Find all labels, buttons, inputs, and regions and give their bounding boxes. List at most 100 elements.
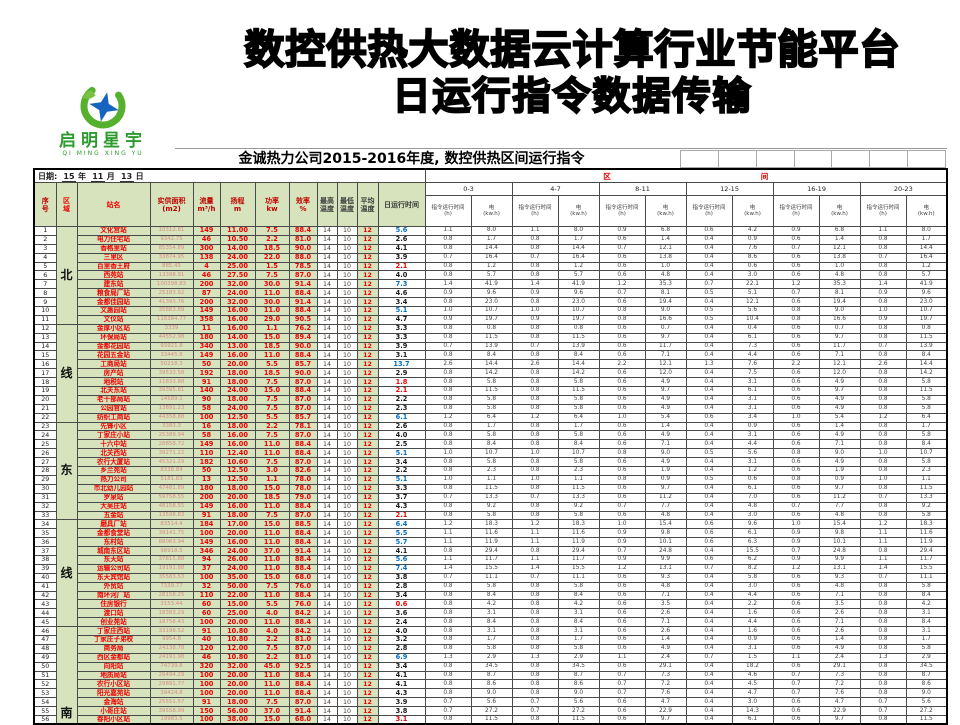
cell-seq[interactable]: 16 [34, 360, 56, 369]
cell-seq[interactable]: 25 [34, 440, 56, 449]
cell-head[interactable]: 16.00 [220, 351, 255, 360]
cell-station-name[interactable]: 向阳站 [77, 662, 150, 671]
cell-power-kwh[interactable]: 9.0 [819, 307, 860, 316]
cell-cmd-time[interactable]: 2.6 [425, 360, 471, 369]
cell-power-kwh[interactable]: 0.8 [471, 324, 512, 333]
cell-cmd-time[interactable]: 0.7 [686, 280, 732, 289]
cell-cmd-time[interactable]: 0.4 [686, 689, 732, 698]
cell-daily-runtime[interactable]: 6.4 [378, 520, 425, 529]
cell-cmd-time[interactable]: 0.4 [686, 609, 732, 618]
cell-cmd-time[interactable]: 0.8 [860, 644, 906, 653]
cell-head[interactable]: 18.00 [220, 698, 255, 707]
cell-power-kwh[interactable]: 7.1 [645, 351, 686, 360]
cell-seq[interactable]: 28 [34, 467, 56, 476]
cell-temp-max[interactable]: 14 [317, 271, 337, 280]
cell-temp-avg[interactable]: 12 [357, 351, 378, 360]
cell-power-kwh[interactable]: 3.1 [732, 404, 773, 413]
cell-power[interactable]: 18.5 [255, 493, 289, 502]
cell-cmd-time[interactable]: 0.6 [773, 644, 819, 653]
cell-temp-max[interactable]: 14 [317, 555, 337, 564]
cell-seq[interactable]: 34 [34, 520, 56, 529]
cell-temp-avg[interactable]: 12 [357, 244, 378, 253]
cell-power-kwh[interactable]: 29.4 [558, 547, 599, 556]
cell-power-kwh[interactable]: 7.7 [645, 502, 686, 511]
cell-power-kwh[interactable]: 4.4 [732, 591, 773, 600]
cell-cmd-time[interactable]: 1.1 [512, 227, 558, 236]
cell-temp-min[interactable]: 10 [337, 333, 357, 342]
cell-power-kwh[interactable]: 2.4 [819, 653, 860, 662]
cell-cmd-time[interactable]: 0.8 [860, 467, 906, 476]
cell-power-kwh[interactable]: 14.4 [906, 360, 947, 369]
cell-area[interactable]: 885.45 [150, 262, 193, 271]
cell-power-kwh[interactable]: 11.2 [819, 493, 860, 502]
cell-power-kwh[interactable]: 4.4 [732, 440, 773, 449]
cell-flow[interactable]: 37 [193, 564, 220, 573]
cell-daily-runtime[interactable]: 4.1 [378, 671, 425, 680]
cell-area[interactable]: 13891.23 [150, 404, 193, 413]
cell-temp-max[interactable]: 14 [317, 289, 337, 298]
cell-efficiency[interactable]: 87.0 [289, 395, 317, 404]
cell-cmd-time[interactable]: 0.6 [599, 591, 645, 600]
cell-station-name[interactable]: 西区金都站 [77, 653, 150, 662]
cell-cmd-time[interactable]: 0.6 [773, 253, 819, 262]
cell-cmd-time[interactable]: 0.8 [512, 235, 558, 244]
cell-power[interactable]: 15.0 [255, 573, 289, 582]
cell-temp-avg[interactable]: 12 [357, 680, 378, 689]
cell-power-kwh[interactable]: 41.9 [558, 280, 599, 289]
cell-daily-runtime[interactable]: 3.3 [378, 324, 425, 333]
cell-power[interactable]: 11.0 [255, 440, 289, 449]
cell-power-kwh[interactable]: 3.0 [732, 511, 773, 520]
cell-power[interactable]: 18.5 [255, 244, 289, 253]
cell-cmd-time[interactable]: 0.6 [773, 342, 819, 351]
cell-cmd-time[interactable]: 0.6 [773, 378, 819, 387]
empty-cell[interactable] [681, 150, 719, 168]
cell-cmd-time[interactable]: 0.5 [686, 289, 732, 298]
cell-efficiency[interactable]: 90.5 [289, 315, 317, 324]
cell-power-kwh[interactable]: 12.1 [819, 244, 860, 253]
cell-temp-max[interactable]: 14 [317, 351, 337, 360]
cell-flow[interactable]: 358 [193, 315, 220, 324]
cell-power-kwh[interactable]: 19.7 [558, 315, 599, 324]
cell-station-name[interactable]: 大吴庄站 [77, 502, 150, 511]
cell-power-kwh[interactable]: 0.7 [645, 324, 686, 333]
cell-cmd-time[interactable]: 0.9 [599, 529, 645, 538]
cell-cmd-time[interactable]: 0.7 [773, 547, 819, 556]
cell-daily-runtime[interactable]: 4.3 [378, 502, 425, 511]
cell-flow[interactable]: 200 [193, 298, 220, 307]
cell-cmd-time[interactable]: 0.7 [512, 707, 558, 716]
cell-cmd-time[interactable]: 0.8 [425, 422, 471, 431]
cell-flow[interactable]: 110 [193, 591, 220, 600]
cell-flow[interactable]: 150 [193, 707, 220, 716]
cell-efficiency[interactable]: 91.4 [289, 298, 317, 307]
cell-daily-runtime[interactable]: 2.1 [378, 387, 425, 396]
cell-power-kwh[interactable]: 11.5 [558, 484, 599, 493]
cell-cmd-time[interactable]: 1.2 [599, 564, 645, 573]
cell-temp-min[interactable]: 10 [337, 707, 357, 716]
cell-power-kwh[interactable]: 1.7 [558, 422, 599, 431]
cell-cmd-time[interactable]: 0.6 [773, 662, 819, 671]
cell-power-kwh[interactable]: 15.5 [558, 564, 599, 573]
cell-cmd-time[interactable]: 0.6 [599, 431, 645, 440]
cell-power-kwh[interactable]: 11.2 [645, 493, 686, 502]
cell-cmd-time[interactable]: 0.6 [773, 698, 819, 707]
cell-temp-min[interactable]: 10 [337, 635, 357, 644]
cell-seq[interactable]: 21 [34, 404, 56, 413]
cell-power-kwh[interactable]: 5.8 [558, 644, 599, 653]
cell-power-kwh[interactable]: 29.1 [645, 662, 686, 671]
cell-cmd-time[interactable]: 0.6 [599, 618, 645, 627]
cell-cmd-time[interactable]: 0.8 [512, 511, 558, 520]
cell-station-name[interactable]: 农行大厦站 [77, 458, 150, 467]
cell-temp-max[interactable]: 14 [317, 609, 337, 618]
empty-cell[interactable] [870, 150, 908, 168]
cell-power-kwh[interactable]: 18.2 [732, 662, 773, 671]
cell-efficiency[interactable]: 88.4 [289, 671, 317, 680]
cell-head[interactable]: 11.00 [220, 227, 255, 236]
cell-power-kwh[interactable]: 6.4 [471, 413, 512, 422]
cell-seq[interactable]: 45 [34, 618, 56, 627]
cell-power-kwh[interactable]: 5.6 [732, 307, 773, 316]
cell-temp-min[interactable]: 10 [337, 680, 357, 689]
cell-temp-max[interactable]: 14 [317, 235, 337, 244]
cell-station-name[interactable]: 金厚小区站 [77, 324, 150, 333]
cell-power-kwh[interactable]: 12.1 [645, 360, 686, 369]
cell-cmd-time[interactable]: 0.7 [860, 342, 906, 351]
